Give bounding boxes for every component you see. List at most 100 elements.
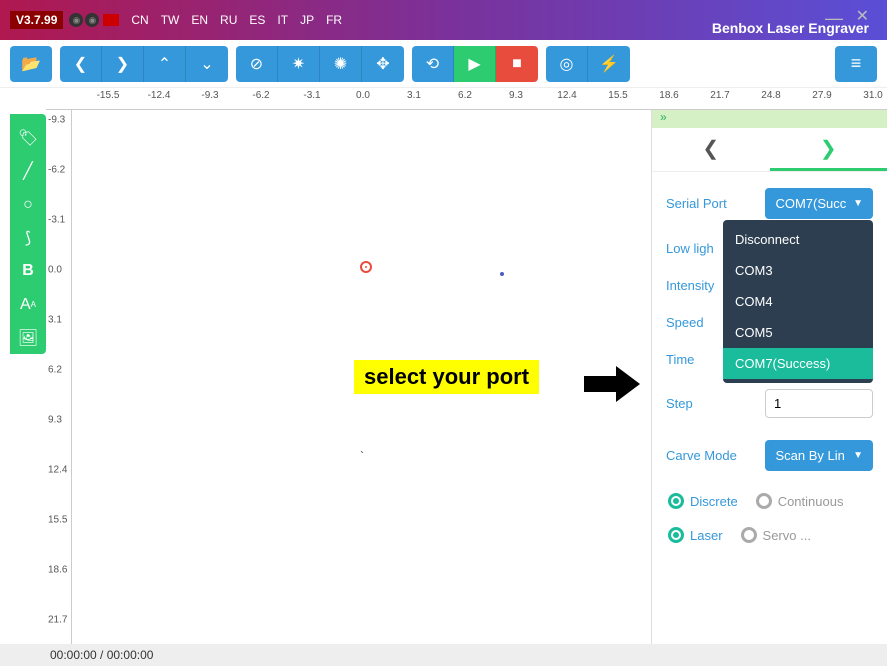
- radio-dot-icon: [741, 527, 757, 543]
- lang-cn[interactable]: CN: [131, 13, 148, 27]
- play-button[interactable]: ▶: [454, 46, 496, 82]
- title-bar: V3.7.99 ◉ ◉ CN TW EN RU ES IT JP FR — ✕ …: [0, 0, 887, 40]
- ruler-tick: 12.4: [557, 90, 576, 101]
- lang-jp[interactable]: JP: [300, 13, 314, 27]
- flag-icon[interactable]: [103, 14, 119, 26]
- app-title: Benbox Laser Engraver: [712, 20, 869, 36]
- ruler-tick: 9.3: [48, 415, 62, 426]
- lang-es[interactable]: ES: [249, 13, 265, 27]
- radio-mode: Discrete Continuous: [666, 493, 873, 509]
- bold-tool[interactable]: B: [10, 256, 46, 287]
- radio-label: Laser: [690, 528, 723, 543]
- origin-dot: [365, 266, 367, 268]
- ruler-tick: 21.7: [48, 615, 67, 626]
- move-icon[interactable]: ✥: [362, 46, 404, 82]
- ruler-tick: -3.1: [303, 90, 320, 101]
- dd-com4[interactable]: COM4: [723, 286, 873, 317]
- radio-dot-icon: [668, 527, 684, 543]
- radio-label: Servo ...: [763, 528, 811, 543]
- ruler-tick: 6.2: [458, 90, 472, 101]
- lang-fr[interactable]: FR: [326, 13, 342, 27]
- tag-tool[interactable]: 🏷: [10, 122, 46, 153]
- language-list: CN TW EN RU ES IT JP FR: [131, 13, 342, 27]
- step-label: Step: [666, 396, 765, 411]
- circle-icon[interactable]: ◉: [69, 13, 83, 27]
- carve-mode-select[interactable]: Scan By Lin ▼: [765, 440, 873, 471]
- curve-tool[interactable]: ⟆: [10, 222, 46, 253]
- image-tool[interactable]: 🖼: [10, 323, 46, 354]
- left-button[interactable]: ❮: [60, 46, 102, 82]
- annotation-label: select your port: [354, 360, 539, 394]
- point-marker: [500, 272, 504, 276]
- ruler-tick: 31.0: [863, 90, 882, 101]
- radio-dot-icon: [756, 493, 772, 509]
- ruler-tick: 15.5: [608, 90, 627, 101]
- lang-it[interactable]: IT: [277, 13, 288, 27]
- ruler-tick: -12.4: [148, 90, 171, 101]
- lang-ru[interactable]: RU: [220, 13, 237, 27]
- ruler-tick: -9.3: [48, 115, 65, 126]
- tab-next[interactable]: ❯: [770, 128, 887, 171]
- ruler-tick: -6.2: [252, 90, 269, 101]
- bolt-icon[interactable]: ⚡: [588, 46, 630, 82]
- arrow-icon: [582, 364, 642, 404]
- ruler-tick: 6.2: [48, 365, 62, 376]
- panel-tabs: ❮ ❯: [652, 128, 887, 172]
- ruler-vertical: -9.3 -6.2 -3.1 0.0 3.1 6.2 9.3 12.4 15.5…: [46, 110, 72, 644]
- dd-com7[interactable]: COM7(Success): [723, 348, 873, 379]
- ruler-tick: 27.9: [812, 90, 831, 101]
- radio-continuous[interactable]: Continuous: [756, 493, 844, 509]
- serial-port-value: COM7(Succ: [775, 196, 846, 211]
- left-toolbar: 🏷 ╱ ○ ⟆ B AA 🖼: [10, 114, 46, 354]
- gear-icon[interactable]: ✷: [278, 46, 320, 82]
- radio-output: Laser Servo ...: [666, 527, 873, 543]
- version-label: V3.7.99: [10, 11, 63, 29]
- collapse-handle[interactable]: »: [652, 110, 887, 128]
- dd-disconnect[interactable]: Disconnect: [723, 224, 873, 255]
- line-tool[interactable]: ╱: [10, 155, 46, 186]
- serial-port-label: Serial Port: [666, 196, 765, 211]
- radio-laser[interactable]: Laser: [668, 527, 723, 543]
- ruler-tick: 0.0: [48, 265, 62, 276]
- tab-prev[interactable]: ❮: [652, 128, 770, 171]
- radio-label: Discrete: [690, 494, 738, 509]
- menu-button[interactable]: ≡: [835, 46, 877, 82]
- cancel-icon[interactable]: ⊘: [236, 46, 278, 82]
- ruler-horizontal: -15.5 -12.4 -9.3 -6.2 -3.1 0.0 3.1 6.2 9…: [46, 88, 887, 110]
- toolbar: 📂 ❮ ❯ ⌃ ⌄ ⊘ ✷ ✺ ✥ ⟲ ▶ ■ ◎ ⚡ ≡: [0, 40, 887, 88]
- caret-down-icon: ▼: [853, 450, 863, 461]
- step-input[interactable]: [765, 389, 873, 418]
- ruler-tick: -9.3: [201, 90, 218, 101]
- text-tool[interactable]: AA: [10, 289, 46, 320]
- loop-button[interactable]: ⟲: [412, 46, 454, 82]
- serial-port-dropdown: Disconnect COM3 COM4 COM5 COM7(Success): [723, 220, 873, 383]
- circle-icon[interactable]: ◉: [85, 13, 99, 27]
- ruler-tick: 3.1: [407, 90, 421, 101]
- lang-en[interactable]: EN: [191, 13, 208, 27]
- radio-servo[interactable]: Servo ...: [741, 527, 811, 543]
- row-carve-mode: Carve Mode Scan By Lin ▼: [666, 440, 873, 471]
- stop-button[interactable]: ■: [496, 46, 538, 82]
- ruler-tick: -6.2: [48, 165, 65, 176]
- gear2-icon[interactable]: ✺: [320, 46, 362, 82]
- dd-com5[interactable]: COM5: [723, 317, 873, 348]
- ruler-tick: 0.0: [356, 90, 370, 101]
- radio-discrete[interactable]: Discrete: [668, 493, 738, 509]
- right-button[interactable]: ❯: [102, 46, 144, 82]
- target-icon[interactable]: ◎: [546, 46, 588, 82]
- status-time: 00:00:00 / 00:00:00: [50, 648, 153, 662]
- ruler-tick: 15.5: [48, 515, 67, 526]
- ruler-tick: -3.1: [48, 215, 65, 226]
- lang-tw[interactable]: TW: [161, 13, 180, 27]
- ruler-tick: 18.6: [659, 90, 678, 101]
- circle-tool[interactable]: ○: [10, 189, 46, 220]
- open-button[interactable]: 📂: [10, 46, 52, 82]
- down-button[interactable]: ⌄: [186, 46, 228, 82]
- ruler-tick: 3.1: [48, 315, 62, 326]
- up-button[interactable]: ⌃: [144, 46, 186, 82]
- radio-dot-icon: [668, 493, 684, 509]
- dd-com3[interactable]: COM3: [723, 255, 873, 286]
- ruler-tick: 18.6: [48, 565, 67, 576]
- canvas[interactable]: ` select your port: [72, 110, 651, 644]
- radio-label: Continuous: [778, 494, 844, 509]
